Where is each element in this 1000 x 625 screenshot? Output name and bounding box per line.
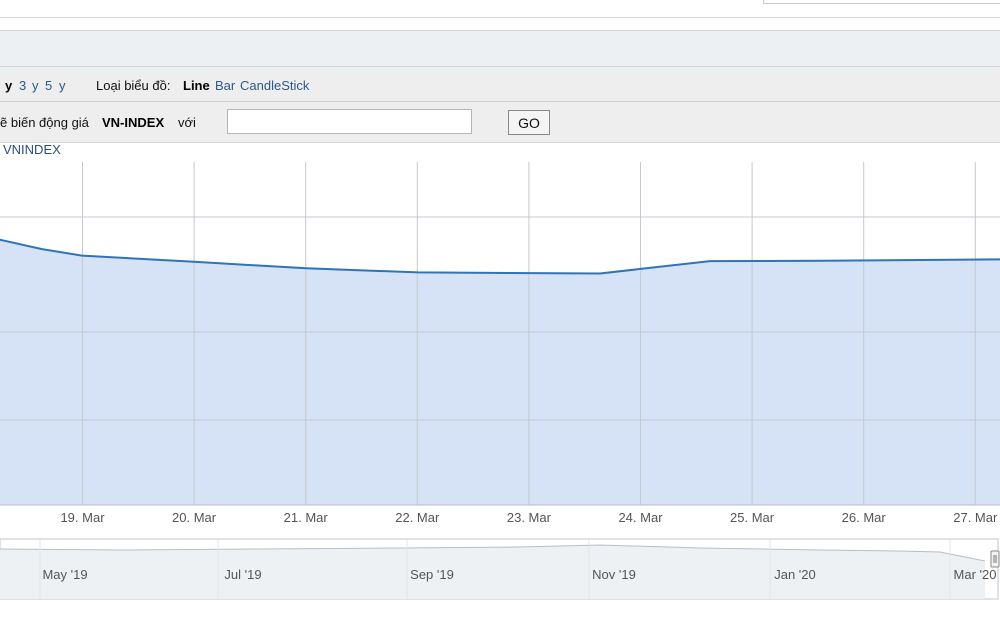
compare-prefix-text: ẽ biến động giá (0, 115, 89, 130)
x-tick-label: 19. Mar (60, 510, 105, 525)
chart-type-label: Loại biểu đồ: (96, 78, 171, 93)
compare-symbol: VN-INDEX (102, 115, 165, 130)
navigator-tick-label: Jul '19 (224, 567, 261, 582)
chart-header-band (0, 30, 1000, 67)
navigator-tick-label: Mar '20 (954, 567, 997, 582)
navigator-area (0, 545, 985, 599)
x-tick-label: 23. Mar (507, 510, 552, 525)
x-tick-label: 25. Mar (730, 510, 775, 525)
series-area-fill (0, 239, 1000, 505)
vnindex-chart: 19. Mar 20. Mar 21. Mar 22. Mar 23. Mar 24. M… (0, 142, 1000, 600)
go-button[interactable]: GO (508, 110, 550, 135)
navigator-tick-label: May '19 (42, 567, 87, 582)
period-item-y-active[interactable]: y (5, 78, 12, 93)
chart-type-bar[interactable]: Bar (215, 78, 235, 93)
x-tick-label: 24. Mar (618, 510, 663, 525)
x-tick-label: 26. Mar (842, 510, 887, 525)
chart-type-candlestick[interactable]: CandleStick (240, 78, 309, 93)
x-tick-label: 20. Mar (172, 510, 217, 525)
compare-toolbar: ẽ biến động giá VN-INDEX với GO (0, 102, 1000, 143)
series-name-label: VNINDEX (3, 142, 61, 157)
x-tick-label: 22. Mar (395, 510, 440, 525)
period-item-3y-suffix[interactable]: y (32, 78, 39, 93)
compare-symbol-input[interactable] (227, 109, 472, 134)
period-item-5y-suffix[interactable]: y (59, 78, 66, 93)
chart-type-line[interactable]: Line (183, 78, 210, 93)
navigator-tick-label: Sep '19 (410, 567, 454, 582)
compare-with-label: với (178, 115, 196, 130)
x-tick-label: 21. Mar (284, 510, 329, 525)
period-item-3[interactable]: 3 (19, 78, 26, 93)
period-item-5[interactable]: 5 (45, 78, 52, 93)
navigator-tick-label: Jan '20 (774, 567, 816, 582)
navigator-tick-label: Nov '19 (592, 567, 636, 582)
navigator-handle[interactable] (990, 550, 1000, 568)
period-toolbar: y 3 y 5 y Loại biểu đồ: Line Bar CandleS… (0, 67, 1000, 102)
top-search-input-edge[interactable] (763, 0, 1000, 4)
x-tick-label: 27. Mar (953, 510, 998, 525)
